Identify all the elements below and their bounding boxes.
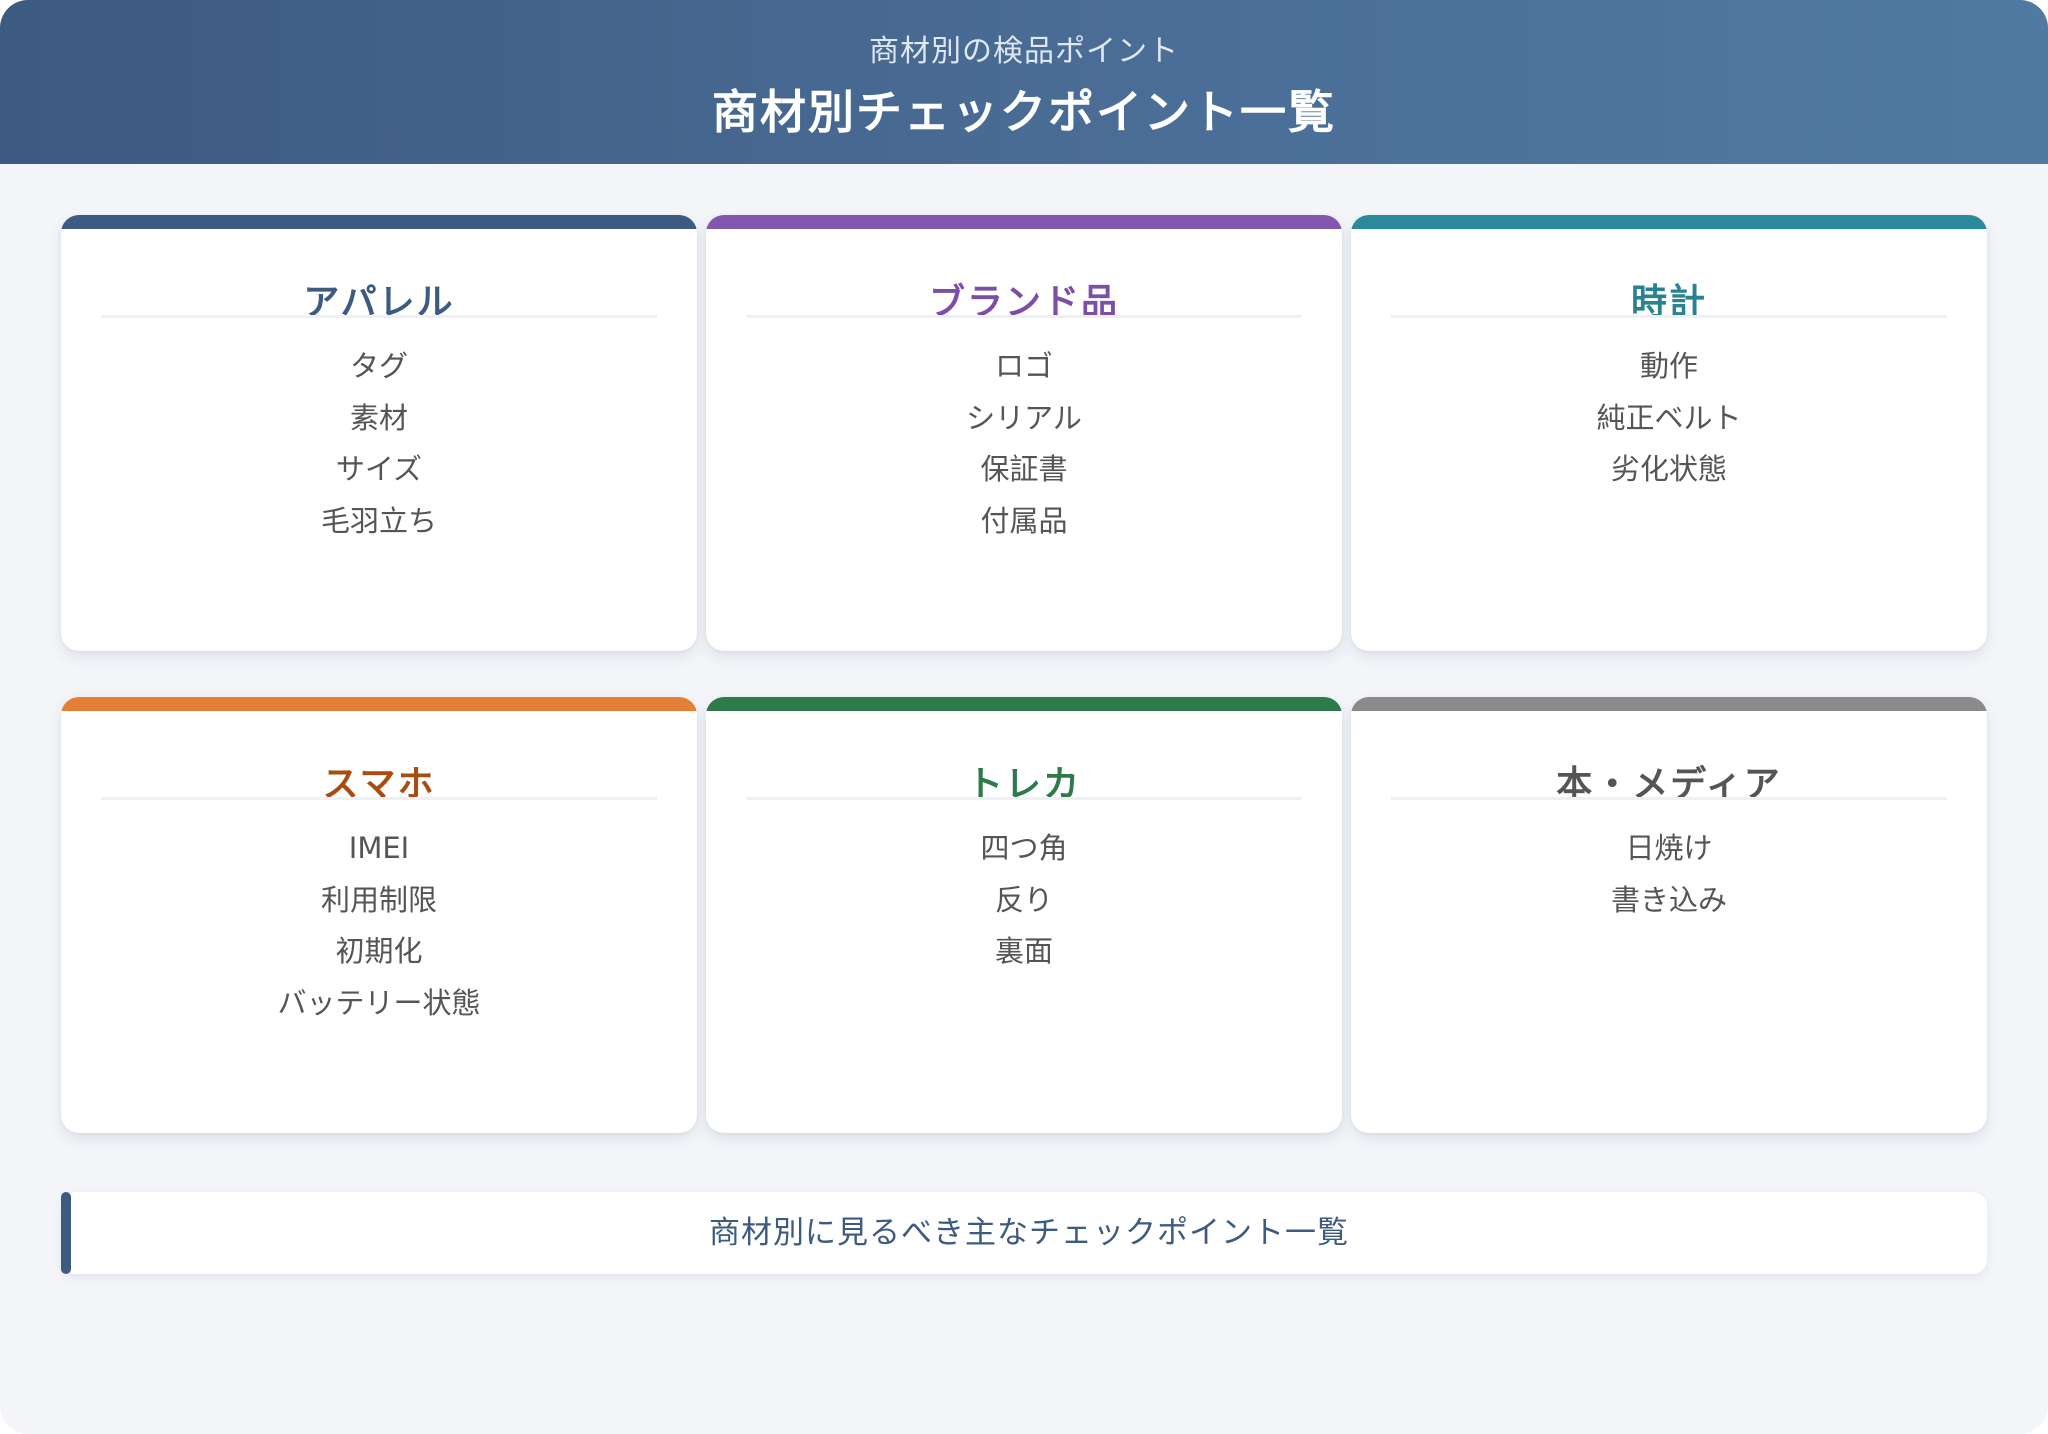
card-item: バッテリー状態: [277, 985, 481, 1020]
header-title: 商材別チェックポイント一覧: [712, 85, 1336, 139]
footer-caption: 商材別に見るべき主なチェックポイント一覧: [61, 1192, 1987, 1274]
card-item: 素材: [349, 400, 408, 435]
card-item-list: 動作 純正ベルト 劣化状態: [1351, 341, 1987, 496]
category-card-books-media: 本・メディア 日焼け 書き込み: [1351, 697, 1987, 1133]
card-divider: [746, 797, 1302, 800]
card-item: 利用制限: [320, 882, 437, 917]
card-divider: [101, 315, 657, 318]
card-accent-bar: [1351, 215, 1987, 229]
checkpoint-diagram: 商材別の検品ポイント 商材別チェックポイント一覧 アパレル タグ 素材 サイズ …: [0, 0, 2048, 1434]
card-item: 日焼け: [1625, 831, 1713, 865]
card-item-list: 日焼け 書き込み: [1351, 823, 1987, 926]
card-item-list: タグ 素材 サイズ 毛羽立ち: [61, 341, 697, 547]
footer-caption-text: 商材別に見るべき主なチェックポイント一覧: [709, 1215, 1349, 1251]
card-item: 付属品: [980, 503, 1068, 538]
card-accent-bar: [706, 215, 1342, 229]
card-item: 保証書: [980, 452, 1068, 486]
card-item: 反り: [994, 882, 1053, 917]
card-item: シリアル: [966, 400, 1082, 435]
header-subtitle: 商材別の検品ポイント: [869, 34, 1179, 69]
card-divider: [101, 797, 657, 800]
card-accent-bar: [706, 697, 1342, 711]
category-card-trading-cards: トレカ 四つ角 反り 裏面: [706, 697, 1342, 1133]
card-accent-bar: [61, 697, 697, 711]
card-item: タグ: [349, 349, 408, 383]
card-item-list: 四つ角 反り 裏面: [706, 823, 1342, 978]
category-card-smartphone: スマホ IMEI 利用制限 初期化 バッテリー状態: [61, 697, 697, 1133]
card-divider: [1391, 315, 1947, 318]
card-item: 裏面: [994, 934, 1053, 968]
category-card-brand-goods: ブランド品 ロゴ シリアル 保証書 付属品: [706, 215, 1342, 651]
category-card-apparel: アパレル タグ 素材 サイズ 毛羽立ち: [61, 215, 697, 651]
card-divider: [1391, 797, 1947, 800]
card-item-list: ロゴ シリアル 保証書 付属品: [706, 341, 1342, 547]
card-item: IMEI: [348, 831, 410, 865]
category-card-watch: 時計 動作 純正ベルト 劣化状態: [1351, 215, 1987, 651]
header-banner: 商材別の検品ポイント 商材別チェックポイント一覧: [0, 0, 2048, 164]
footer-accent-bar: [61, 1192, 71, 1274]
card-item: 初期化: [335, 934, 423, 968]
card-item: サイズ: [335, 452, 423, 486]
card-item: 四つ角: [980, 831, 1068, 865]
card-accent-bar: [61, 215, 697, 229]
card-divider: [746, 315, 1302, 318]
card-item: 劣化状態: [1610, 452, 1727, 486]
card-item-list: IMEI 利用制限 初期化 バッテリー状態: [61, 823, 697, 1029]
card-item: 純正ベルト: [1596, 400, 1742, 435]
card-item: 動作: [1639, 349, 1698, 383]
card-item: ロゴ: [994, 349, 1053, 383]
card-item: 毛羽立ち: [320, 503, 437, 538]
card-item: 書き込み: [1610, 882, 1727, 917]
card-accent-bar: [1351, 697, 1987, 711]
